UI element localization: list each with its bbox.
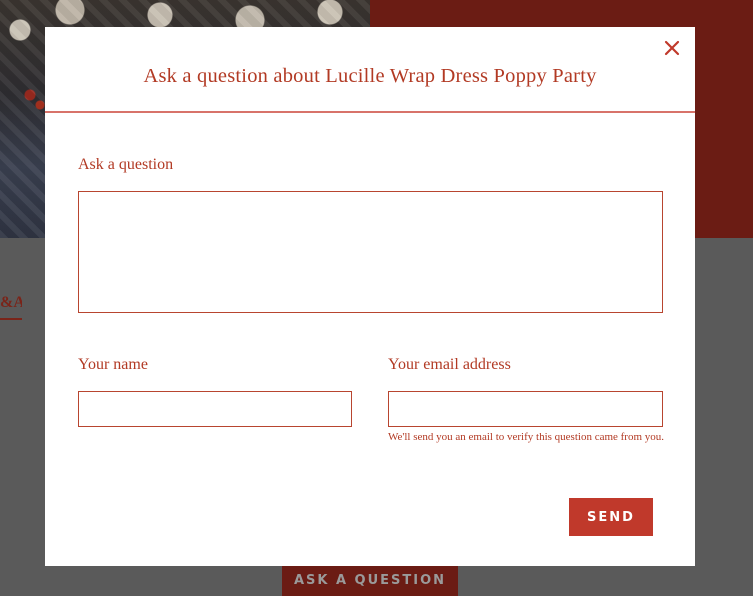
ask-question-modal: Ask a question about Lucille Wrap Dress …: [45, 27, 695, 566]
name-input[interactable]: [78, 391, 352, 427]
email-label: Your email address: [388, 356, 511, 373]
close-button[interactable]: [662, 38, 682, 58]
modal-header: Ask a question about Lucille Wrap Dress …: [45, 27, 695, 113]
ask-a-question-button[interactable]: ASK A QUESTION: [282, 566, 458, 596]
modal-title: Ask a question about Lucille Wrap Dress …: [143, 65, 597, 87]
question-textarea[interactable]: [78, 191, 663, 313]
email-input[interactable]: [388, 391, 663, 427]
name-label: Your name: [78, 356, 148, 373]
question-label: Ask a question: [78, 156, 174, 173]
email-hint: We'll send you an email to verify this q…: [388, 431, 665, 443]
send-button[interactable]: SEND: [569, 498, 653, 536]
close-icon: [664, 40, 680, 56]
qa-tab[interactable]: &A: [0, 292, 22, 320]
